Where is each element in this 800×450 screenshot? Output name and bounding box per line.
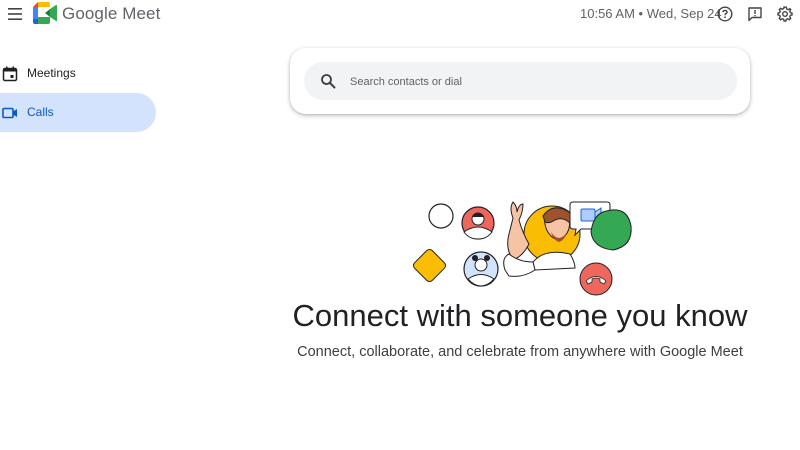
waving-person-icon xyxy=(503,201,581,277)
sidebar-item-label: Calls xyxy=(27,105,54,119)
google-meet-logo xyxy=(33,2,57,24)
search-card xyxy=(290,48,750,114)
calendar-icon xyxy=(2,66,18,82)
search-input[interactable] xyxy=(348,68,732,96)
sidebar-item-meetings[interactable]: Meetings xyxy=(0,54,156,93)
feedback-icon xyxy=(748,7,762,22)
help-button[interactable] xyxy=(714,3,736,25)
connect-illustration xyxy=(412,201,632,296)
settings-button[interactable] xyxy=(774,3,796,25)
date-time: 10:56 AM • Wed, Sep 24 xyxy=(580,6,722,21)
search-box[interactable] xyxy=(304,62,737,100)
feedback-button[interactable] xyxy=(744,3,766,25)
empty-state-headline: Connect with someone you know xyxy=(292,298,748,333)
search-icon xyxy=(321,74,336,89)
product-name: Google Meet xyxy=(62,4,161,23)
hang-up-icon xyxy=(579,262,613,296)
menu-icon xyxy=(8,8,22,20)
sidebar-item-label: Meetings xyxy=(27,66,76,80)
main-menu-button[interactable] xyxy=(4,3,26,25)
help-icon xyxy=(717,6,733,22)
empty-state-subline: Connect, collaborate, and celebrate from… xyxy=(297,344,743,360)
settings-icon xyxy=(777,6,793,22)
avatar-blue-icon xyxy=(463,251,499,287)
avatar-red-icon xyxy=(461,206,495,240)
video-camera-icon xyxy=(2,107,17,119)
sidebar-item-calls[interactable]: Calls xyxy=(0,93,156,132)
top-bar: Google Meet 10:56 AM • Wed, Sep 24 xyxy=(0,0,800,30)
